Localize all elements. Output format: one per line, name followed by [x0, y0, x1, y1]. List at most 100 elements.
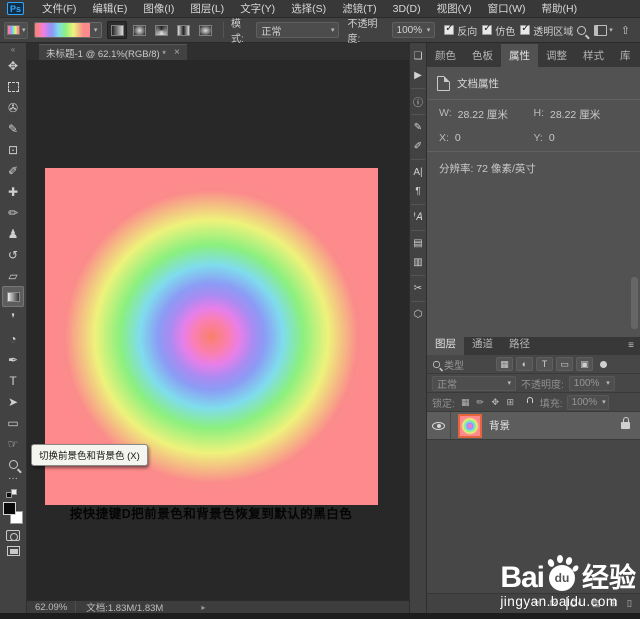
- zoom-level[interactable]: 62.09%: [27, 601, 77, 613]
- path-selection-tool[interactable]: ➤: [2, 391, 24, 412]
- tab-color[interactable]: 颜色: [427, 44, 464, 67]
- lasso-tool[interactable]: ✇: [2, 97, 24, 118]
- menu-item[interactable]: 3D(D): [385, 3, 429, 15]
- gradient-picker[interactable]: ▾: [34, 22, 103, 38]
- lock-icon[interactable]: [621, 417, 630, 429]
- layer-filter-search[interactable]: 类型: [432, 357, 484, 372]
- close-icon[interactable]: ×: [174, 47, 180, 58]
- clone-stamp-tool[interactable]: ♟: [2, 223, 24, 244]
- type-tool[interactable]: T: [2, 370, 24, 391]
- brush-tool[interactable]: ✏: [2, 202, 24, 223]
- eraser-tool[interactable]: ▱: [2, 265, 24, 286]
- linear-gradient-button[interactable]: [107, 21, 128, 39]
- layer-fill-select[interactable]: 100% ▾: [566, 394, 609, 410]
- healing-brush-tool[interactable]: ✚: [2, 181, 24, 202]
- menu-item[interactable]: 窗口(W): [480, 1, 534, 16]
- hand-tool[interactable]: ☞: [2, 433, 24, 454]
- share-icon[interactable]: ⇧: [621, 24, 630, 37]
- diamond-gradient-button[interactable]: [195, 21, 215, 39]
- menu-item[interactable]: 文件(F): [34, 1, 84, 16]
- dither-checkbox[interactable]: 仿色: [482, 23, 515, 38]
- layer-opacity-select[interactable]: 100% ▾: [568, 375, 615, 391]
- filter-toggle-icon[interactable]: [600, 360, 607, 368]
- paragraph-styles-panel-icon[interactable]: ▥: [410, 253, 426, 272]
- paragraph-panel-icon[interactable]: ¶: [410, 182, 426, 201]
- workspace-switcher[interactable]: ▾: [594, 24, 613, 36]
- tab-properties[interactable]: 属性: [501, 44, 538, 67]
- edit-toolbar-icon[interactable]: ···: [8, 474, 18, 487]
- character-styles-panel-icon[interactable]: ▤: [410, 234, 426, 253]
- radial-gradient-button[interactable]: [129, 21, 149, 39]
- document-tab[interactable]: 未标题-1 @ 62.1%(RGB/8) * ×: [39, 44, 187, 60]
- menu-item[interactable]: 滤镜(T): [334, 1, 384, 16]
- brush-settings-panel-icon[interactable]: ✎: [410, 118, 426, 137]
- opacity-select[interactable]: 100% ▾: [391, 22, 436, 38]
- filter-pixel-layers-icon[interactable]: ▦: [496, 357, 513, 371]
- lock-artboard-icon[interactable]: ⊞: [504, 397, 517, 408]
- smudge-tool[interactable]: ❜: [2, 307, 24, 328]
- crop-tool[interactable]: ⊡: [2, 139, 24, 160]
- lock-image-pixels-icon[interactable]: ✏: [474, 397, 487, 408]
- tab-styles[interactable]: 样式: [575, 44, 612, 67]
- character-panel-icon[interactable]: A|: [410, 163, 426, 182]
- transparency-checkbox[interactable]: 透明区域: [520, 23, 573, 38]
- tab-libraries[interactable]: 库: [612, 44, 639, 67]
- menu-item[interactable]: 视图(V): [429, 1, 480, 16]
- pen-tool[interactable]: ✒: [2, 349, 24, 370]
- move-tool[interactable]: ✥: [2, 55, 24, 76]
- marquee-tool[interactable]: [2, 76, 24, 97]
- zoom-tool[interactable]: [2, 454, 24, 475]
- collapse-toolbar-icon[interactable]: «: [11, 45, 15, 55]
- checkbox-icon: [520, 23, 531, 35]
- layer-blend-mode-select[interactable]: 正常 ▾: [432, 375, 516, 391]
- glyphs-panel-icon[interactable]: Ꞌ𝐴: [410, 208, 426, 227]
- tab-adjustments[interactable]: 调整: [538, 44, 575, 67]
- resolution-label: 分辨率:: [439, 163, 474, 175]
- divider: [411, 230, 425, 231]
- scrollbar[interactable]: [631, 277, 638, 329]
- menu-item[interactable]: 图层(L): [182, 1, 232, 16]
- history-brush-tool[interactable]: ↺: [2, 244, 24, 265]
- blend-mode-select[interactable]: 正常 ▾: [256, 22, 340, 38]
- filter-smart-objects-icon[interactable]: ▣: [576, 357, 593, 371]
- lock-position-icon[interactable]: ✥: [489, 397, 502, 408]
- filter-adjustment-layers-icon[interactable]: ◐: [516, 357, 533, 371]
- quick-mask-mode-icon[interactable]: [6, 530, 20, 541]
- brushes-panel-icon[interactable]: ✐: [410, 137, 426, 156]
- foreground-color-swatch[interactable]: [3, 502, 16, 515]
- screen-mode-icon[interactable]: [6, 546, 20, 556]
- layer-visibility-toggle[interactable]: [427, 412, 451, 439]
- menu-item[interactable]: 帮助(H): [534, 1, 586, 16]
- dodge-tool[interactable]: ◔: [2, 328, 24, 349]
- gradient-tool[interactable]: [2, 286, 24, 307]
- menu-item[interactable]: 选择(S): [283, 1, 334, 16]
- foreground-background-swatches[interactable]: [2, 502, 24, 524]
- shape-tool[interactable]: ▭: [2, 412, 24, 433]
- layer-thumbnail[interactable]: [458, 413, 482, 438]
- info-panel-icon[interactable]: ⓘ: [410, 92, 426, 111]
- eyedropper-tool[interactable]: ✐: [2, 160, 24, 181]
- tab-swatches[interactable]: 色板: [464, 44, 501, 67]
- clone-source-panel-icon[interactable]: ❏: [410, 47, 426, 66]
- angle-gradient-button[interactable]: [151, 21, 171, 39]
- tool-presets-panel-icon[interactable]: ✂: [410, 279, 426, 298]
- menu-item[interactable]: 图像(I): [135, 1, 182, 16]
- layer-row-background[interactable]: 背景: [427, 412, 640, 440]
- filter-shape-layers-icon[interactable]: ▭: [556, 357, 573, 371]
- menu-item[interactable]: 编辑(E): [84, 1, 135, 16]
- reverse-checkbox[interactable]: 反向: [444, 23, 477, 38]
- canvas-area[interactable]: 按快捷键D把前景色和背景色恢复到默认的黑白色: [27, 60, 409, 600]
- status-chevron-icon[interactable]: ▸: [201, 603, 205, 612]
- threed-panel-icon[interactable]: ⬡: [410, 305, 426, 324]
- quick-selection-tool[interactable]: ✎: [2, 118, 24, 139]
- resolution-value: 72 像素/英寸: [476, 163, 536, 175]
- tool-preset-picker[interactable]: ▾: [4, 21, 29, 39]
- filter-type-layers-icon[interactable]: T: [536, 357, 553, 371]
- layers-panel-menu-icon[interactable]: ≡: [622, 340, 640, 355]
- reflected-gradient-button[interactable]: [173, 21, 193, 39]
- lock-transparent-pixels-icon[interactable]: ▦: [459, 397, 472, 408]
- swap-colors-icon[interactable]: [6, 489, 20, 499]
- actions-panel-icon[interactable]: ▶: [410, 66, 426, 85]
- search-icon[interactable]: [577, 25, 587, 35]
- menu-item[interactable]: 文字(Y): [232, 1, 283, 16]
